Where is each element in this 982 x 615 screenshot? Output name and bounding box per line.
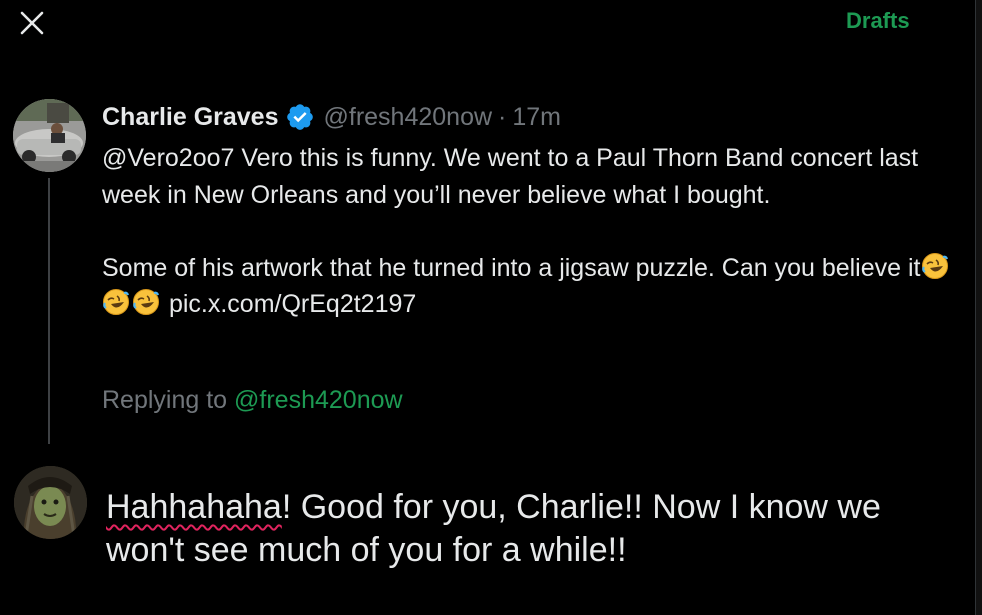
drafts-button[interactable]: Drafts — [846, 8, 910, 34]
tweet-text: @Vero2oo7 Vero this is funny. We went to… — [102, 140, 952, 323]
timestamp[interactable]: 17m — [512, 103, 561, 132]
replying-to: Replying to @fresh420now — [102, 386, 403, 415]
author-name[interactable]: Charlie Graves — [102, 103, 279, 132]
tweet-header: Charlie Graves @fresh420now · 17m — [102, 102, 561, 132]
close-icon — [20, 11, 44, 35]
user-avatar-photo — [14, 466, 87, 539]
tweet-link[interactable]: pic.x.com/QrEq2t2197 — [169, 290, 416, 318]
thread-line — [48, 178, 50, 444]
tweet-paragraph-2: Some of his artwork that he turned into … — [102, 250, 952, 323]
misspelled-word[interactable]: Hahhahaha — [106, 488, 282, 526]
author-handle[interactable]: @fresh420now — [324, 103, 493, 132]
user-avatar[interactable] — [14, 466, 87, 539]
tweet-paragraph-2-text: Some of his artwork that he turned into … — [102, 253, 921, 282]
replying-to-mention[interactable]: @fresh420now — [234, 386, 403, 414]
verified-badge-icon — [285, 102, 315, 132]
avatar[interactable] — [13, 99, 86, 172]
compose-reply-screen: Drafts Charlie Graves @fresh420now · 17m — [0, 0, 982, 615]
reply-textarea[interactable]: Hahhahaha! Good for you, Charlie!! Now I… — [106, 486, 956, 572]
avatar-photo — [13, 99, 86, 172]
replying-to-prefix: Replying to — [102, 386, 235, 414]
tweet-paragraph-1: @Vero2oo7 Vero this is funny. We went to… — [102, 144, 919, 209]
scrollbar[interactable] — [975, 0, 982, 615]
close-button[interactable] — [14, 7, 50, 39]
separator-dot: · — [498, 102, 507, 131]
